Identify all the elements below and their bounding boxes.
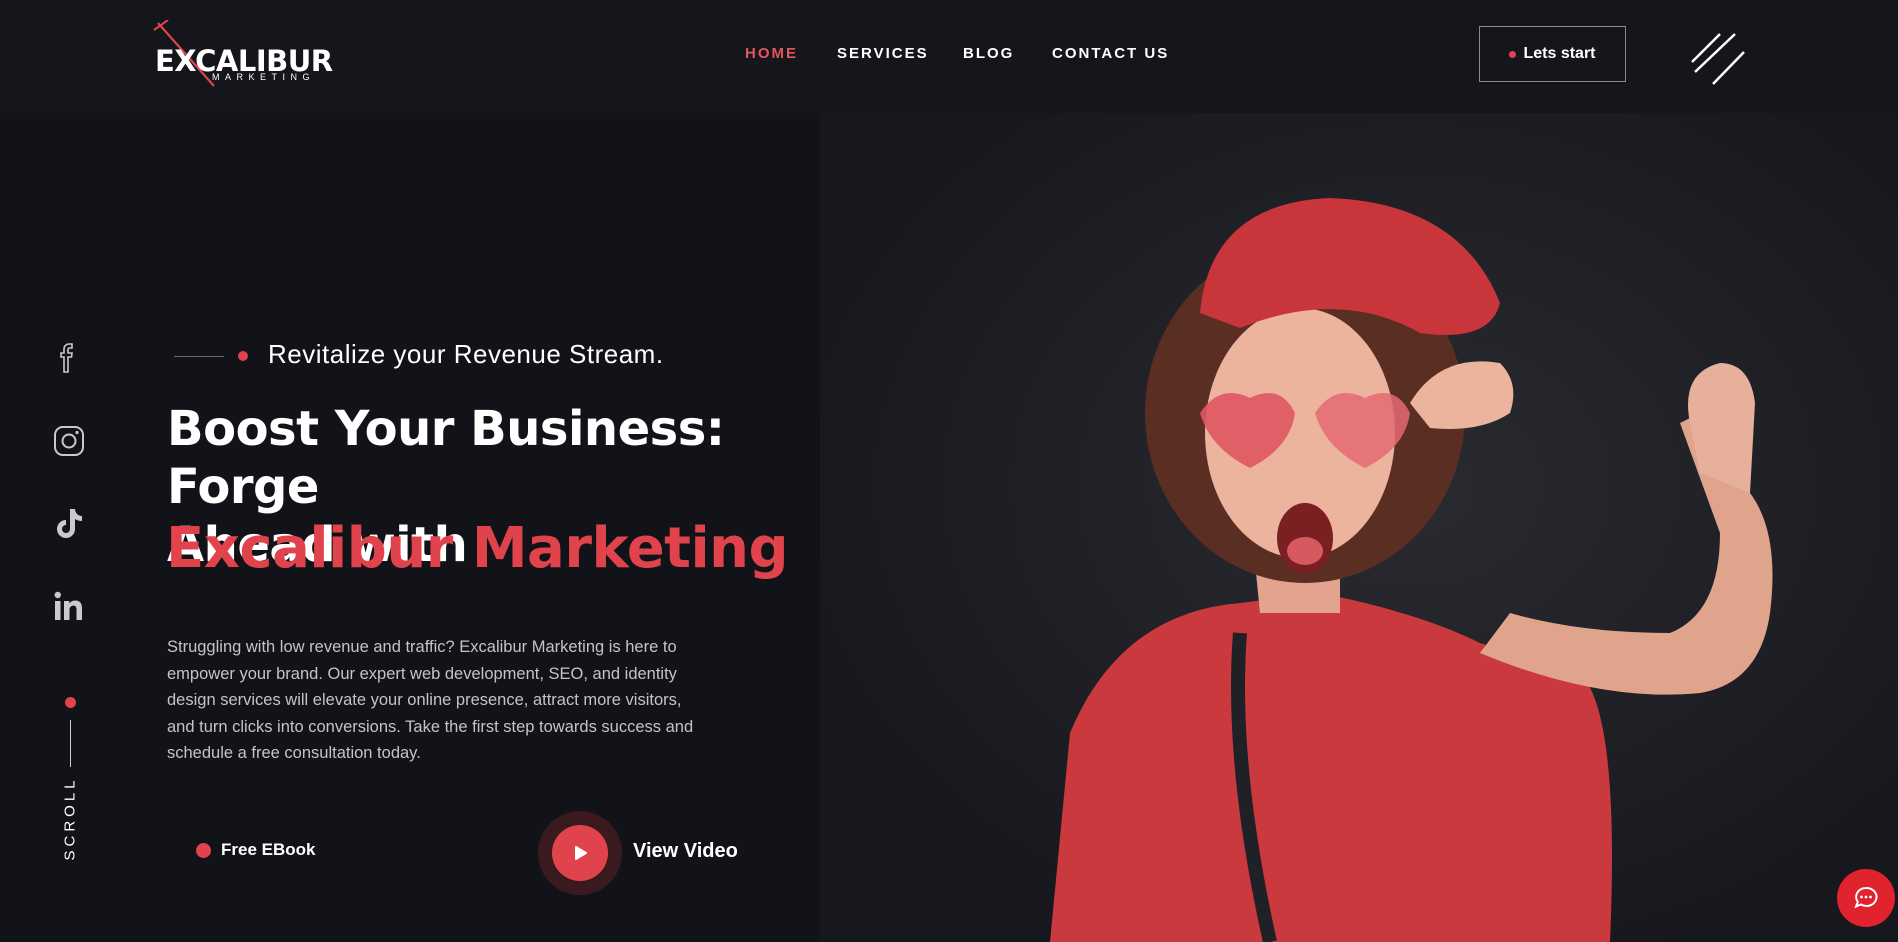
menu-slashes-icon[interactable] [1690,32,1746,86]
hero-headline-line1: Boost Your Business: Forge [167,401,725,515]
free-ebook-label: Free EBook [221,840,316,859]
play-icon [575,846,587,860]
facebook-icon[interactable] [50,340,88,376]
linkedin-icon[interactable] [50,589,88,625]
play-video-button[interactable] [538,811,622,895]
scroll-label[interactable]: SCROLL [62,776,79,860]
nav-contact-us[interactable]: CONTACT US [1052,45,1169,62]
hero-image [820,113,1898,942]
tiktok-icon[interactable] [50,506,88,542]
instagram-icon[interactable] [50,423,88,459]
chat-bubble-icon [1854,886,1878,909]
tagline-rule [174,356,224,357]
tagline-dot [238,351,248,361]
free-ebook-button[interactable]: Free EBook [196,840,315,860]
scroll-indicator-line [70,720,71,767]
hero-headline-accent: Excalibur Marketing [166,516,789,581]
play-circle [552,825,608,881]
nav-blog[interactable]: BLOG [963,45,1014,62]
logo-subtitle: MARKETING [212,72,316,82]
hero-tagline: Revitalize your Revenue Stream. [268,339,664,369]
lets-start-label: Lets start [1523,45,1596,62]
ebook-dot [196,842,211,858]
view-video-label[interactable]: View Video [633,840,738,863]
chat-button[interactable] [1837,869,1895,927]
scroll-indicator-dot [65,697,76,708]
brand-logo[interactable]: EXCALIBUR MARKETING [152,20,352,87]
nav-services[interactable]: SERVICES [837,45,929,62]
lets-start-button[interactable]: Lets start [1479,26,1626,82]
site-header: EXCALIBUR MARKETING HOME SERVICES BLOG C… [0,0,1898,113]
nav-home[interactable]: HOME [745,45,798,62]
button-dot [1509,50,1517,58]
hero-description: Struggling with low revenue and traffic?… [167,638,694,762]
hero-portrait-illustration [820,113,1898,942]
